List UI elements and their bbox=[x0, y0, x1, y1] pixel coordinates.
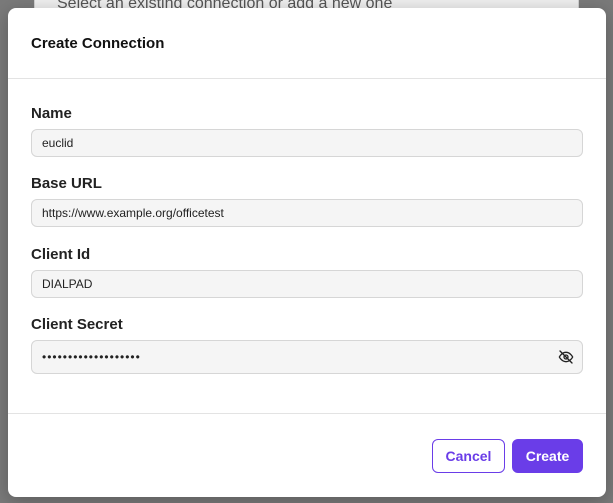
dialog-body: Name Base URL Client Id Client Secret bbox=[8, 79, 606, 414]
dialog-header: Create Connection bbox=[8, 8, 606, 79]
client-secret-field bbox=[31, 340, 583, 374]
cancel-button[interactable]: Cancel bbox=[432, 439, 505, 473]
client-secret-label: Client Secret bbox=[31, 316, 123, 333]
client-id-label: Client Id bbox=[31, 246, 91, 263]
base-url-input[interactable] bbox=[31, 199, 583, 227]
client-id-input[interactable] bbox=[31, 270, 583, 298]
dialog-title: Create Connection bbox=[31, 34, 165, 52]
client-secret-input[interactable] bbox=[32, 341, 542, 373]
base-url-label: Base URL bbox=[31, 175, 102, 192]
name-input[interactable] bbox=[31, 129, 583, 157]
dialog-footer: Cancel Create bbox=[8, 415, 606, 497]
create-button[interactable]: Create bbox=[512, 439, 583, 473]
name-label: Name bbox=[31, 105, 72, 122]
eye-off-icon[interactable] bbox=[558, 349, 574, 365]
create-connection-dialog: Create Connection Name Base URL Client I… bbox=[8, 8, 606, 497]
